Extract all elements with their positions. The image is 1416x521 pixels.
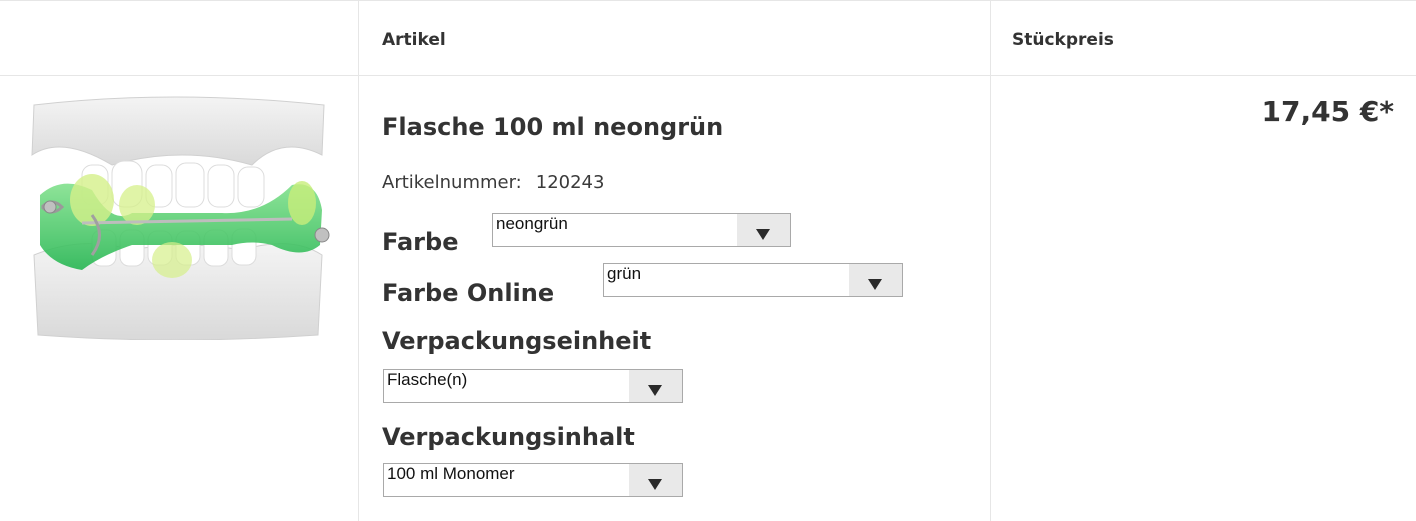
unit-price: 17,45 €* <box>1261 95 1394 128</box>
packaging-content-label: Verpackungsinhalt <box>382 423 635 451</box>
color-select-value: neongrün <box>496 214 568 233</box>
color-select[interactable]: neongrün <box>492 213 791 247</box>
row-divider <box>0 0 1416 1</box>
row-divider <box>0 75 1416 76</box>
triangle-down-icon <box>648 385 662 396</box>
triangle-down-icon <box>868 279 882 290</box>
article-number-label: Artikelnummer: <box>382 172 522 193</box>
color-online-select-value: grün <box>607 264 642 283</box>
header-stueckpreis: Stückpreis <box>1012 30 1114 50</box>
packaging-unit-select-button[interactable] <box>629 370 682 402</box>
packaging-content-select-value: 100 ml Monomer <box>387 464 515 483</box>
packaging-unit-select[interactable]: Flasche(n) <box>383 369 683 403</box>
color-select-button[interactable] <box>737 214 790 246</box>
product-title[interactable]: Flasche 100 ml neongrün <box>382 113 723 141</box>
packaging-content-select[interactable]: 100 ml Monomer <box>383 463 683 497</box>
column-divider <box>990 0 991 521</box>
packaging-unit-label: Verpackungseinheit <box>382 327 652 355</box>
article-number-value: 120243 <box>535 172 605 193</box>
header-artikel: Artikel <box>382 30 446 50</box>
color-online-select-button[interactable] <box>849 264 902 296</box>
triangle-down-icon <box>648 479 662 490</box>
color-online-label: Farbe Online <box>382 279 555 307</box>
color-online-select[interactable]: grün <box>603 263 903 297</box>
triangle-down-icon <box>756 229 770 240</box>
color-label: Farbe <box>382 228 459 256</box>
article-number: Artikelnummer: 120243 <box>382 172 604 193</box>
dental-model-image <box>31 96 330 341</box>
packaging-content-select-button[interactable] <box>629 464 682 496</box>
column-divider <box>358 0 359 521</box>
packaging-unit-select-value: Flasche(n) <box>387 370 468 389</box>
product-image[interactable] <box>22 95 334 341</box>
cart-table: Artikel Stückpreis Flasche 100 ml neongr… <box>0 0 1416 521</box>
